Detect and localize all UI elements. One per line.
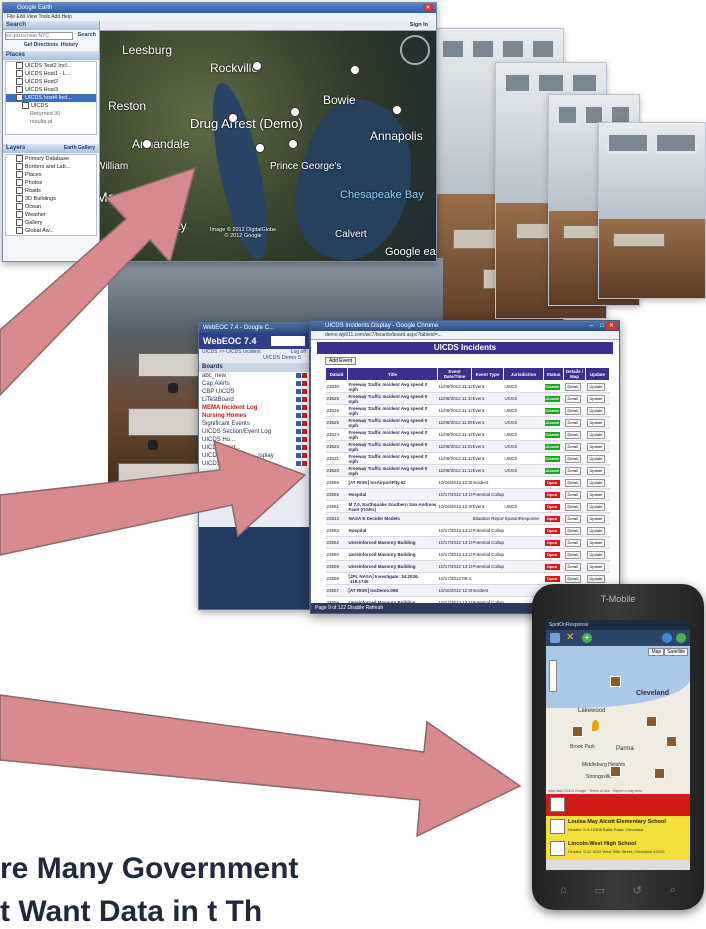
school-marker-icon[interactable] <box>666 736 677 747</box>
arrow-to-phone <box>0 694 522 838</box>
location-pin-icon[interactable] <box>592 720 599 731</box>
caption-line-2: t Want Data in t Th <box>0 895 263 928</box>
school-marker-icon[interactable] <box>610 766 621 777</box>
school-icon <box>550 819 565 834</box>
arrow-to-uicds <box>0 439 307 556</box>
tools-icon[interactable]: ✕ <box>566 632 574 643</box>
search-icon[interactable]: ⌕ <box>670 884 676 897</box>
smartphone: T-Mobile SpotOnResponse ✕ + Map Satellite… <box>532 584 704 910</box>
caption-line-1: re Many Government <box>0 852 299 885</box>
school-icon <box>550 797 565 812</box>
globe-icon[interactable] <box>662 633 672 643</box>
map-credit: Map data ©2013 Google · Terms of Use · R… <box>548 789 643 793</box>
map-city-label: Cleveland <box>636 690 670 697</box>
arrow-to-google-earth <box>0 166 197 397</box>
zoom-control[interactable] <box>549 660 557 692</box>
school-icon <box>550 841 565 856</box>
school-marker-icon[interactable] <box>572 726 583 737</box>
map-city-label: Strongsville <box>586 774 612 780</box>
school-list-item[interactable]: Lincoln-West High School Grades: 9-12 32… <box>546 838 690 860</box>
phone-nav-bar: ⌂ ▭ ↺ ⌕ <box>546 878 690 902</box>
satellite-tab[interactable]: Satellite <box>664 648 688 656</box>
school-marker-icon[interactable] <box>610 676 621 687</box>
add-icon[interactable]: + <box>582 633 592 643</box>
alert-banner[interactable] <box>546 794 690 816</box>
home-icon[interactable]: ⌂ <box>560 884 567 896</box>
school-marker-icon[interactable] <box>646 716 657 727</box>
refresh-icon[interactable] <box>676 633 686 643</box>
school-marker-icon[interactable] <box>654 768 665 779</box>
back-icon[interactable]: ↺ <box>633 884 642 897</box>
map-tab[interactable]: Map <box>648 648 665 656</box>
carrier-label: T-Mobile <box>600 594 636 604</box>
map-city-label: Brook Park <box>570 744 595 750</box>
phone-map[interactable]: Map Satellite Cleveland Lakewood Parma Br… <box>546 646 690 794</box>
app-title: SpotOnResponse <box>546 620 690 630</box>
map-city-label: Parma <box>616 746 634 752</box>
school-list-item[interactable]: Louisa May Alcott Elementary School Grad… <box>546 816 690 838</box>
menu-icon[interactable]: ▭ <box>594 884 604 897</box>
phone-screen: SpotOnResponse ✕ + Map Satellite Clevelan… <box>546 620 690 870</box>
layers-icon[interactable] <box>550 633 560 643</box>
map-city-label: Lakewood <box>578 708 606 714</box>
app-toolbar: ✕ + <box>546 630 690 646</box>
